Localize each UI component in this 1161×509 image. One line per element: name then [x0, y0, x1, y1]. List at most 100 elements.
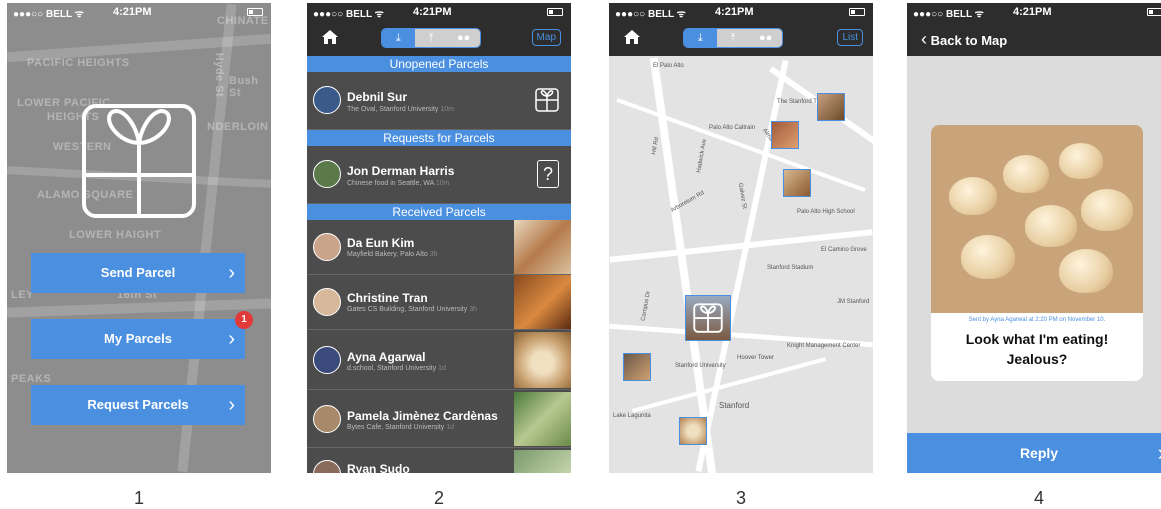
list-button[interactable]: List	[837, 29, 863, 46]
inbox-tab-icon[interactable]: ⤓	[382, 29, 415, 47]
avatar	[313, 346, 341, 374]
sender-name: Pamela Jimènez Cardènas	[347, 409, 498, 423]
dumpling	[961, 235, 1015, 279]
list-item[interactable]: Ayna Agarwal d.school, Stanford Universi…	[307, 330, 571, 390]
requester-name: Jon Derman Harris	[347, 164, 455, 178]
chevron-right-icon: ›	[228, 262, 235, 284]
sender-name: Debnil Sur	[347, 90, 408, 104]
dumpling	[1025, 205, 1077, 247]
sender-location: Mayfield Bakery, Palo Alto 3h	[347, 251, 438, 258]
dumpling	[949, 177, 997, 215]
battery-icon	[247, 8, 263, 16]
status-bar: ●●●○○ BELL ᯤ 4:21PM	[7, 3, 271, 21]
avatar	[313, 405, 341, 433]
parcel-photo[interactable]	[931, 125, 1143, 313]
map-label: PEAKS	[11, 373, 52, 385]
screen-caption: 1	[133, 488, 144, 508]
friends-tab-icon[interactable]: ●●	[749, 29, 782, 47]
list-item[interactable]: Pamela Jimènez Cardènas Bytes Cafe, Stan…	[307, 390, 571, 448]
map-label: LOWER HAIGHT	[69, 229, 162, 241]
unopened-parcel-pin[interactable]	[685, 295, 731, 341]
avatar	[313, 160, 341, 188]
screen-caption: 2	[433, 488, 444, 508]
food-photo-thumbnail[interactable]	[514, 220, 571, 274]
map-road	[7, 298, 271, 318]
request-parcels-label: Request Parcels	[87, 397, 189, 412]
battery-icon	[849, 8, 865, 16]
photo-thumbnail[interactable]	[514, 275, 571, 329]
screen-home: PACIFIC HEIGHTS LOWER PACIFIC HEIGHTS WE…	[7, 3, 271, 473]
send-parcel-button[interactable]: Send Parcel ›	[31, 253, 245, 293]
message-line: Look what I'm eating!	[965, 331, 1109, 347]
photo-thumbnail[interactable]	[514, 450, 571, 473]
clock: 4:21PM	[715, 6, 754, 18]
list-item[interactable]: Jon Derman Harris Chinese food in Seattl…	[307, 146, 571, 204]
reply-button[interactable]: Reply ›	[907, 433, 1161, 473]
send-parcel-label: Send Parcel	[100, 265, 176, 280]
clock: 4:21PM	[1013, 6, 1052, 18]
carrier-label: ●●●○○ BELL ᯤ	[313, 9, 384, 20]
gift-logo-icon	[82, 104, 196, 218]
clock: 4:21PM	[413, 6, 452, 18]
list-item[interactable]: Da Eun Kim Mayfield Bakery, Palo Alto 3h	[307, 220, 571, 275]
screen-parcel-list: ⤓ ⤒ ●● Map ●●●○○ BELL ᯤ 4:21PM Unopened …	[307, 3, 571, 473]
map-button[interactable]: Map	[531, 29, 561, 46]
map-photo-pin[interactable]	[771, 121, 799, 149]
map-label: Stanford Stadium	[767, 265, 814, 271]
sender-location: d.school, Stanford University 1d	[347, 365, 446, 372]
question-mark-icon: ?	[537, 160, 559, 188]
back-label: Back to Map	[930, 33, 1008, 48]
map-label: JM Stanford	[837, 299, 870, 305]
sender-name: Christine Tran	[347, 291, 428, 305]
map-photo-pin[interactable]	[623, 353, 651, 381]
home-icon[interactable]	[623, 29, 641, 45]
photo-thumbnail[interactable]	[514, 392, 571, 446]
map-photo-pin[interactable]	[679, 417, 707, 445]
clock: 4:21PM	[113, 6, 152, 18]
sender-location: Gates CS Building, Stanford University 3…	[347, 306, 477, 313]
list-item[interactable]: Debnil Sur The Oval, Stanford University…	[307, 72, 571, 130]
section-header-received: Received Parcels	[307, 204, 571, 220]
view-segmented-control[interactable]: ⤓ ⤒ ●●	[683, 28, 783, 48]
map-label: Palo Alto High School	[797, 209, 855, 215]
map-label: Galvez St	[736, 182, 748, 210]
food-photo-thumbnail[interactable]	[514, 332, 571, 388]
reply-label: Reply	[1019, 445, 1059, 461]
back-to-map-button[interactable]: ‹ Back to Map	[921, 29, 1007, 50]
map-photo-pin[interactable]	[817, 93, 845, 121]
map-label: NDERLOIN	[207, 121, 269, 133]
sender-location: The Oval, Stanford University 10m	[347, 106, 455, 113]
map-label: Hyde St	[213, 52, 226, 98]
view-segmented-control[interactable]: ⤓ ⤒ ●●	[381, 28, 481, 48]
map-label: Hoover Tower	[737, 355, 774, 361]
list-item[interactable]: Christine Tran Gates CS Building, Stanfo…	[307, 275, 571, 330]
carrier-label: ●●●○○ BELL ᯤ	[13, 9, 84, 20]
map-label: Hadwick Ave	[696, 138, 709, 174]
map-label: PACIFIC HEIGHTS	[27, 57, 130, 69]
home-icon[interactable]	[321, 29, 339, 45]
sender-name: Ryan Sudo	[347, 462, 410, 473]
my-parcels-button[interactable]: My Parcels › 1	[31, 311, 253, 359]
list-item[interactable]: Ryan Sudo	[307, 448, 571, 473]
map-label: Stanford University	[675, 363, 726, 369]
dumpling	[1059, 249, 1113, 293]
map-label: Palo Alto Caltrain	[709, 125, 756, 131]
screen-parcel-map: El Palo Alto The Stanford Theatre Palo A…	[609, 3, 873, 473]
sender-location: Bytes Cafe, Stanford University 1d	[347, 424, 455, 431]
friends-tab-icon[interactable]: ●●	[447, 29, 480, 47]
status-bar: ●●●○○ BELL ᯤ 4:21PM	[609, 3, 873, 21]
avatar	[313, 233, 341, 261]
map-photo-pin[interactable]	[783, 169, 811, 197]
map-label: Hill Rd	[651, 136, 661, 156]
inbox-tab-icon[interactable]: ⤓	[684, 29, 717, 47]
screen-parcel-detail: ‹ Back to Map ●●●○○ BELL ᯤ 4:21PM Sent b…	[907, 3, 1161, 473]
map-label: El Camino Grove	[821, 247, 867, 253]
section-header-requests: Requests for Parcels	[307, 130, 571, 146]
outbox-tab-icon[interactable]: ⤒	[414, 29, 448, 47]
chevron-right-icon: ›	[228, 328, 235, 350]
sent-by-label: Sent by Ayna Agarwal at 2:20 PM on Novem…	[968, 317, 1106, 323]
outbox-tab-icon[interactable]: ⤒	[716, 29, 750, 47]
avatar	[313, 288, 341, 316]
gift-icon	[535, 88, 559, 112]
request-parcels-button[interactable]: Request Parcels ›	[31, 385, 245, 425]
